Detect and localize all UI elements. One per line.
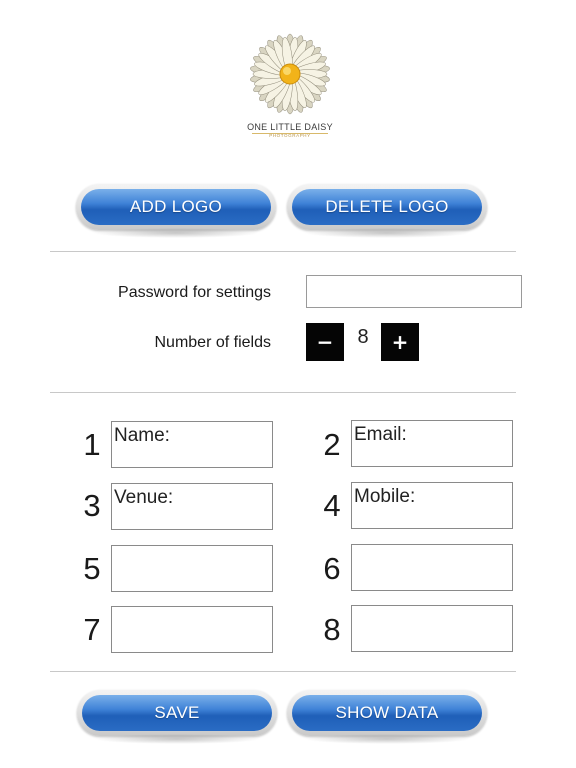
daisy-center — [279, 63, 301, 85]
field-number-8: 8 — [323, 612, 341, 647]
add-logo-button-wrap: ADD LOGO — [76, 184, 276, 238]
save-button-wrap: SAVE — [77, 690, 277, 744]
field-input-4[interactable]: Mobile: — [351, 482, 513, 529]
decrement-fields-button[interactable]: − — [306, 323, 344, 361]
add-logo-button[interactable]: ADD LOGO — [76, 184, 276, 230]
divider-middle — [50, 392, 516, 393]
field-input-3[interactable]: Venue: — [111, 483, 273, 530]
save-button[interactable]: SAVE — [77, 690, 277, 736]
delete-logo-button[interactable]: DELETE LOGO — [287, 184, 487, 230]
show-data-label: SHOW DATA — [292, 695, 482, 731]
field-number-3: 3 — [83, 488, 101, 523]
increment-fields-button[interactable]: + — [381, 323, 419, 361]
daisy-center-highlight — [283, 67, 291, 75]
brand-logo: ONE LITTLE DAISY PHOTOGRAPHY — [238, 32, 342, 142]
show-data-button[interactable]: SHOW DATA — [287, 690, 487, 736]
add-logo-label: ADD LOGO — [81, 189, 271, 225]
field-number-2: 2 — [323, 427, 341, 462]
field-count-value: 8 — [357, 326, 369, 348]
field-input-1[interactable]: Name: — [111, 421, 273, 468]
fields-count-label: Number of fields — [154, 334, 272, 351]
field-input-5[interactable] — [111, 545, 273, 592]
field-input-8[interactable] — [351, 605, 513, 652]
password-input[interactable] — [306, 275, 522, 308]
save-label: SAVE — [82, 695, 272, 731]
daisy-flower-icon — [250, 33, 330, 115]
field-input-6[interactable] — [351, 544, 513, 591]
field-number-4: 4 — [323, 488, 341, 523]
field-input-2[interactable]: Email: — [351, 420, 513, 467]
field-number-7: 7 — [83, 612, 101, 647]
field-input-7[interactable] — [111, 606, 273, 653]
delete-logo-label: DELETE LOGO — [292, 189, 482, 225]
field-number-6: 6 — [323, 551, 341, 586]
logo-name: ONE LITTLE DAISY — [247, 122, 333, 132]
logo-subtitle: PHOTOGRAPHY — [269, 133, 311, 138]
field-number-1: 1 — [83, 427, 101, 462]
divider-bottom — [50, 671, 516, 672]
divider-top — [50, 251, 516, 252]
delete-logo-button-wrap: DELETE LOGO — [287, 184, 487, 238]
password-label: Password for settings — [118, 284, 271, 301]
field-number-5: 5 — [83, 551, 101, 586]
show-data-button-wrap: SHOW DATA — [287, 690, 487, 744]
